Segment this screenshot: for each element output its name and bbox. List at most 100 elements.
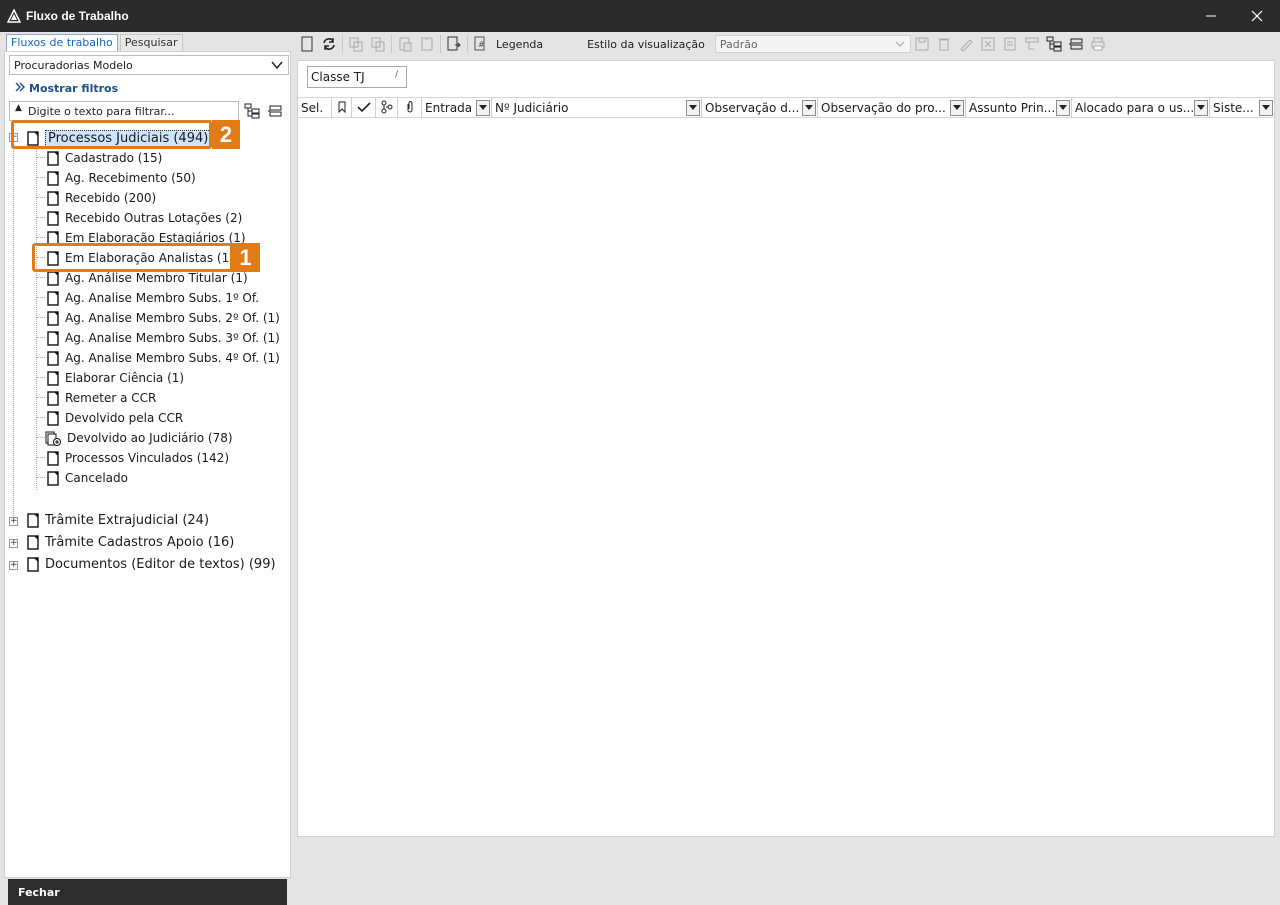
tree-node-tramite-cadastros-apoio[interactable]: Trâmite Cadastros Apoio (16) [27,532,234,552]
clipboard-list-icon[interactable] [999,33,1021,55]
tab-pesquisar[interactable]: Pesquisar [119,34,183,51]
tree-connector [37,437,45,438]
minimize-button[interactable] [1188,0,1234,32]
tree-node-ag-analise-subs-3[interactable]: Ag. Analise Membro Subs. 3º Of. (1) [47,328,280,348]
tree-connector [37,277,45,278]
tree-connector [37,457,45,458]
tree-node-documentos[interactable]: Documentos (Editor de textos) (99) [27,554,276,574]
column-sel[interactable]: Sel. [298,98,332,118]
tree-connector [37,157,45,158]
legend-icon[interactable]: # [470,33,492,55]
column-sistema[interactable]: Siste... [1210,98,1274,118]
model-select[interactable]: Procuradorias Modelo [9,55,289,75]
refresh-button[interactable] [318,33,340,55]
tree-node-devolvido-ccr[interactable]: Devolvido pela CCR [47,408,183,428]
column-filter-dropdown[interactable] [1056,100,1070,116]
fechar-button[interactable]: Fechar [8,879,287,905]
tab-fluxos[interactable]: Fluxos de trabalho [6,34,118,51]
column-entrada[interactable]: Entrada [422,98,492,118]
save-button[interactable] [911,33,933,55]
grid-header: Sel. Entrada Nº Judiciário Observação d.… [298,97,1274,118]
clipboard-button[interactable] [416,33,438,55]
tree-filter-input[interactable]: ▲ Digite o texto para filtrar... [9,101,239,121]
column-hierarchy[interactable] [376,98,398,118]
tree-node-recebido-outras-lotacoes[interactable]: Recebido Outras Lotações (2) [47,208,242,228]
duplicate-button[interactable] [367,33,389,55]
tree-node-ag-analise-subs-1[interactable]: Ag. Analise Membro Subs. 1º Of. [47,288,259,308]
tree-connector [37,377,45,378]
chevron-down-icon [894,38,906,53]
tree-node-label: Ag. Analise Membro Subs. 1º Of. [65,291,260,305]
column-filter-dropdown[interactable] [802,100,816,116]
expand-toggle[interactable]: + [9,561,18,570]
tree-connector [36,147,37,490]
copy-button[interactable] [345,33,367,55]
column-label: Siste... [1213,101,1254,115]
column-filter-dropdown[interactable] [686,100,700,116]
tree-node-label: Cadastrado (15) [65,151,163,165]
hierarchy-icon [380,100,394,117]
expand-toggle[interactable]: + [9,517,18,526]
column-filter-dropdown[interactable] [1259,100,1273,116]
tree-node-tramite-extrajudicial[interactable]: Trâmite Extrajudicial (24) [27,510,209,530]
column-label: Alocado para o us... [1075,101,1195,115]
tree-connector [37,477,45,478]
edit-group-icon[interactable]: / [395,70,398,80]
document-icon [47,170,59,186]
paste-button[interactable] [394,33,416,55]
tree-node-devolvido-judiciario[interactable]: Devolvido ao Judiciário (78) [45,428,233,448]
trash-icon[interactable] [933,33,955,55]
group-by-chip[interactable]: Classe TJ / [307,66,407,88]
model-select-value: Procuradorias Modelo [14,58,133,72]
toolbar-separator [467,35,468,53]
show-filters-link[interactable]: Mostrar filtros [15,82,118,95]
column-filter-dropdown[interactable] [1194,100,1208,116]
tree-node-ag-analise-subs-2[interactable]: Ag. Analise Membro Subs. 2º Of. (1) [47,308,280,328]
tree-node-cancelado[interactable]: Cancelado [47,468,128,488]
tree-connector [37,317,45,318]
column-attachment[interactable] [398,98,422,118]
legend-button[interactable]: Legenda [496,38,543,51]
svg-text:#: # [478,40,485,49]
tree-node-label: Ag. Analise Membro Subs. 3º Of. (1) [65,331,280,345]
tree-node-label: Recebido (200) [65,191,157,205]
expand-all-icon[interactable] [1043,33,1065,55]
document-icon [27,512,39,528]
excel-export-icon[interactable] [977,33,999,55]
tree-node-label: Recebido Outras Lotações (2) [65,211,243,225]
column-assunto-prin[interactable]: Assunto Prin... [966,98,1072,118]
expand-tree-button[interactable] [243,102,261,120]
expand-toggle[interactable]: + [9,539,18,548]
tree-node-cadastrado[interactable]: Cadastrado (15) [47,148,162,168]
columns-config-icon[interactable] [1021,33,1043,55]
tree-connector-root [13,142,14,522]
collapse-all-icon[interactable] [1065,33,1087,55]
double-chevron-right-icon [15,82,25,95]
tree-node-ag-analise-subs-4[interactable]: Ag. Analise Membro Subs. 4º Of. (1) [47,348,280,368]
tree-connector [37,417,45,418]
column-observacao-do-pro[interactable]: Observação do pro... [818,98,966,118]
print-icon[interactable] [1087,33,1109,55]
view-style-label: Estilo da visualização [587,37,705,51]
column-observacao-d[interactable]: Observação d... [702,98,818,118]
view-style-select[interactable]: Padrão [714,35,911,53]
tree-node-processos-vinculados[interactable]: Processos Vinculados (142) [47,448,229,468]
close-window-button[interactable] [1234,0,1280,32]
column-label: Observação d... [705,101,800,115]
column-filter-dropdown[interactable] [950,100,964,116]
column-alocado-para[interactable]: Alocado para o us... [1072,98,1210,118]
tree-node-ag-recebimento[interactable]: Ag. Recebimento (50) [47,168,196,188]
new-document-button[interactable] [296,33,318,55]
tree-node-recebido[interactable]: Recebido (200) [47,188,156,208]
export-document-button[interactable] [443,33,465,55]
document-icon [47,290,59,306]
column-check[interactable] [352,98,376,118]
column-bookmark[interactable] [332,98,352,118]
collapse-tree-button[interactable] [266,102,284,120]
tree-node-elaborar-ciencia[interactable]: Elaborar Ciência (1) [47,368,184,388]
document-icon [47,390,59,406]
tree-node-remeter-ccr[interactable]: Remeter a CCR [47,388,156,408]
pencil-icon[interactable] [955,33,977,55]
column-n-judiciario[interactable]: Nº Judiciário [492,98,702,118]
column-filter-dropdown[interactable] [476,100,490,116]
